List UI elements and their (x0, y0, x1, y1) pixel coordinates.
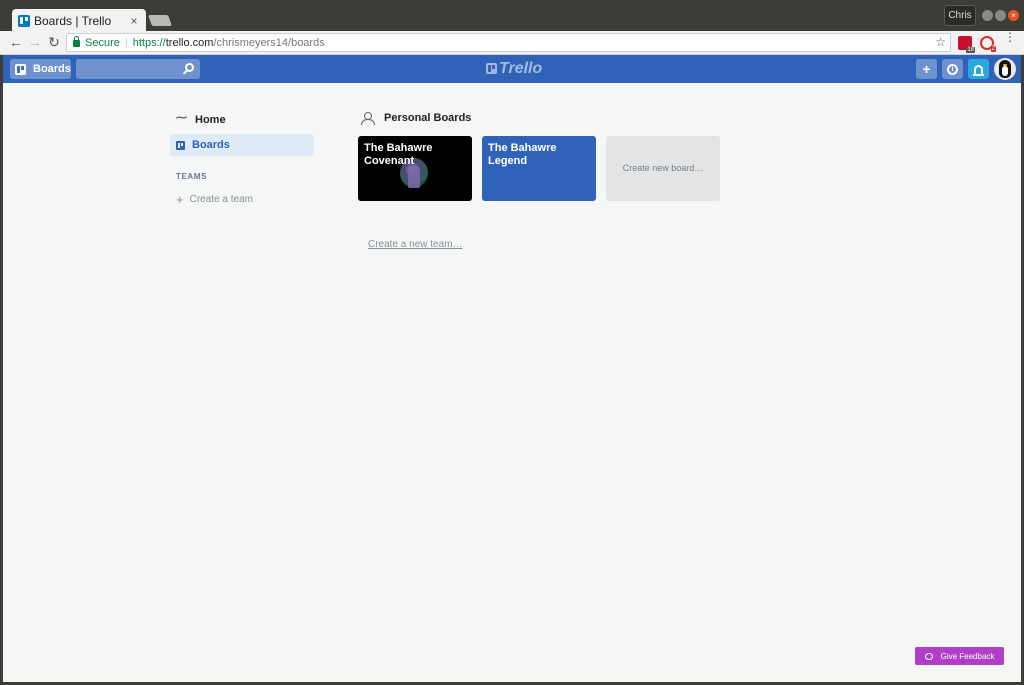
info-icon: i (947, 63, 958, 75)
create-team-button[interactable]: + Create a team (170, 192, 314, 207)
boards-button-label: Boards (33, 63, 71, 75)
minimize-button[interactable] (982, 10, 993, 21)
browser-toolbar: ← → ↻ Secure | https:// trello.com /chri… (0, 31, 1024, 55)
sidebar: Home Boards TEAMS + Create a team (170, 109, 314, 207)
section-title: Personal Boards (384, 112, 472, 124)
add-button[interactable]: + (916, 59, 937, 79)
activity-icon (176, 111, 188, 125)
board-art-figure (408, 166, 420, 188)
tab-title: Boards | Trello (34, 13, 112, 28)
board-tile-bahawre-covenant[interactable]: The Bahawre Covenant (358, 136, 472, 201)
close-window-button[interactable]: × (1008, 10, 1019, 21)
sidebar-item-home[interactable]: Home (170, 109, 314, 131)
teams-heading: TEAMS (176, 172, 207, 181)
create-board-label: Create new board… (622, 163, 704, 173)
sidebar-item-label: Boards (192, 139, 230, 151)
bell-icon (973, 64, 984, 76)
trello-header: Boards Trello + i (3, 55, 1021, 83)
back-arrow-icon[interactable]: ← (8, 34, 24, 51)
extension-block-icon[interactable]: 2 (980, 36, 996, 52)
boards-icon (15, 63, 26, 75)
search-icon[interactable] (185, 63, 194, 72)
person-icon (361, 112, 375, 125)
profile-button[interactable]: Chris (944, 5, 976, 26)
reload-icon[interactable]: ↻ (46, 34, 62, 51)
browser-titlebar: Boards | Trello × Chris × (0, 0, 1024, 32)
tab-close-icon[interactable]: × (128, 14, 140, 28)
forward-arrow-icon[interactable]: → (27, 34, 43, 51)
create-new-board-button[interactable]: Create new board… (606, 136, 720, 201)
tux-belly (1002, 66, 1008, 76)
bookmark-star-icon[interactable]: ☆ (935, 35, 946, 49)
extension-badge: 18 (966, 47, 975, 53)
lock-icon (73, 36, 80, 47)
info-button[interactable]: i (942, 59, 963, 79)
url-host: trello.com (165, 36, 214, 49)
create-team-label: Create a team (189, 194, 253, 205)
personal-boards-heading: Personal Boards (361, 112, 472, 125)
url-scheme: https:// (132, 36, 166, 49)
give-feedback-button[interactable]: Give Feedback (915, 647, 1004, 665)
browser-menu-icon[interactable]: ⋮ (1004, 31, 1016, 43)
browser-tab[interactable]: Boards | Trello × (12, 9, 146, 32)
tux-beak (1003, 64, 1007, 66)
secure-label: Secure (85, 36, 120, 49)
boards-button[interactable]: Boards (10, 59, 71, 79)
trello-favicon-icon (18, 14, 30, 27)
address-bar[interactable]: Secure | https:// trello.com /chrismeyer… (66, 33, 951, 52)
feedback-label: Give Feedback (940, 651, 995, 661)
boards-icon (176, 140, 185, 150)
notifications-button[interactable] (968, 59, 989, 79)
search-input[interactable] (76, 59, 200, 79)
extension-icon[interactable]: 18 (958, 36, 975, 53)
feedback-icon (924, 652, 933, 660)
url-path: /chrismeyers14/boards (213, 36, 325, 49)
trello-logo[interactable]: Trello (486, 59, 543, 77)
address-separator: | (124, 36, 128, 49)
trello-app: Boards Trello + i Home Boards (3, 55, 1021, 682)
logo-text: Trello (499, 59, 543, 77)
maximize-button[interactable] (995, 10, 1006, 21)
plus-icon: + (176, 192, 184, 207)
create-new-team-link[interactable]: Create a new team… (368, 239, 463, 250)
extension-badge: 2 (990, 46, 996, 52)
sidebar-item-label: Home (195, 114, 226, 126)
avatar[interactable] (994, 58, 1016, 80)
new-tab-button[interactable] (147, 15, 173, 26)
board-title: The Bahawre Legend (488, 142, 557, 167)
sidebar-item-boards[interactable]: Boards (170, 134, 314, 156)
trello-logo-icon (486, 63, 497, 74)
board-tile-bahawre-legend[interactable]: The Bahawre Legend (482, 136, 596, 201)
